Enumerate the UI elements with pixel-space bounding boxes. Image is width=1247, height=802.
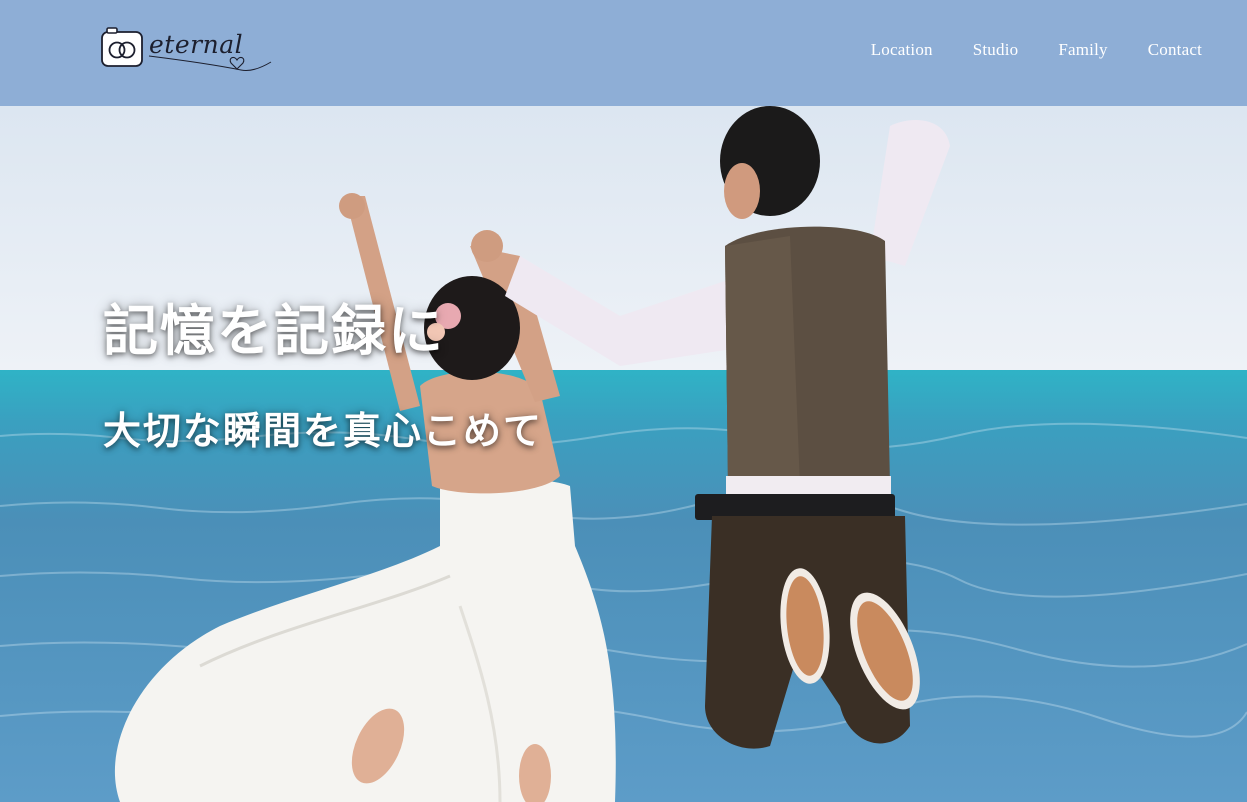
hero-title: 記憶を記録に [103,298,446,363]
main-nav: Location Studio Family Contact [871,40,1202,60]
site-logo[interactable]: eternal [101,26,276,76]
nav-contact-link[interactable]: Contact [1148,40,1202,60]
nav-location-link[interactable]: Location [871,40,933,60]
nav-family-link[interactable]: Family [1058,40,1107,60]
logo-wordmark: eternal [149,30,244,59]
hero-section: 記憶を記録に 大切な瞬間を真心こめて [0,106,1247,802]
site-header: eternal Location Studio Family Contact [0,0,1247,106]
nav-studio-link[interactable]: Studio [973,40,1019,60]
hero-subtitle: 大切な瞬間を真心こめて [103,408,544,453]
